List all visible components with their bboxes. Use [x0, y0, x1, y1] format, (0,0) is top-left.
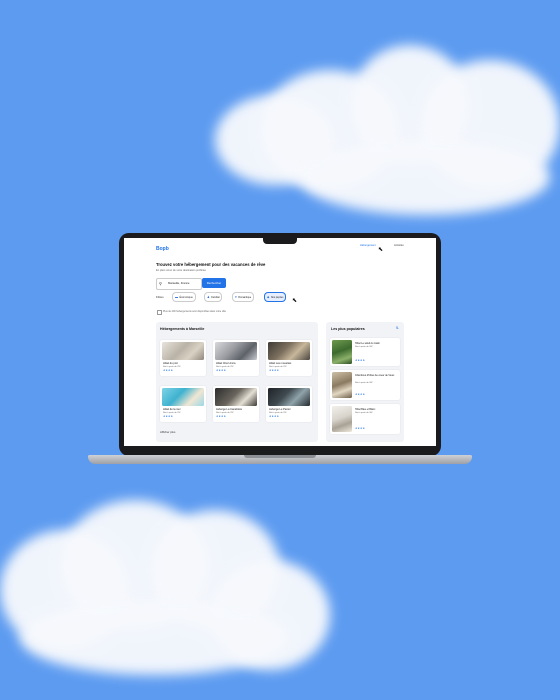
page-subtitle: En plein cœur de votre destination préfé… [156, 269, 206, 272]
laptop-base-notch [244, 455, 316, 458]
page-title: Trouvez votre hébergement pour des vacan… [156, 262, 266, 267]
availability-checkbox-label: Plus de 200 hébergements sont disponible… [163, 310, 226, 313]
listing-name: Hôtel de la mer [163, 408, 181, 411]
listing-card[interactable]: Hôtel de la mer Nuit à partir de 25€ ★★★… [160, 386, 206, 422]
popular-price: Nuit à partir de 30€ [355, 346, 373, 348]
popular-name: Hôtel Le soleil du matin [355, 342, 380, 345]
app-logo[interactable]: Bopb [156, 246, 169, 252]
listing-stars: ★★★★ [216, 369, 227, 372]
popular-title: Les plus populaires [331, 327, 365, 331]
popular-photo [332, 372, 352, 398]
listing-card[interactable]: Hôtel Les mouettes Nuit à partir de 25€ … [266, 340, 312, 376]
listing-stars: ★★★★ [216, 415, 227, 418]
listing-photo [268, 388, 310, 406]
nav-link-hebergement[interactable]: Hébergement [360, 244, 376, 247]
listing-name: Hôtel Les mouettes [269, 362, 292, 365]
popular-card[interactable]: Hôtel Bleu et Blanc Nuit à partir de 30€… [330, 404, 400, 434]
popular-photo [332, 406, 352, 432]
laptop-screen: Bopb Hébergement Activités ⬉ Trouvez vot… [124, 238, 436, 446]
popular-price: Nuit à partir de 30€ [355, 412, 373, 414]
availability-checkbox[interactable] [157, 310, 162, 315]
listing-card[interactable]: Hôtel du port Nuit à partir de 25€ ★★★★ [160, 340, 206, 376]
location-value: Marseille, France [168, 281, 190, 285]
listing-price: Nuit à partir de 25€ [269, 412, 287, 414]
popular-price: Nuit à partir de 30€ [355, 382, 373, 384]
listing-price: Nuit à partir de 25€ [216, 412, 234, 414]
listing-card[interactable]: Auberge La Canebière Nuit à partir de 25… [213, 386, 259, 422]
listing-photo [162, 342, 204, 360]
popular-name: Hôtel Bleu et Blanc [355, 408, 376, 411]
popular-photo [332, 340, 352, 364]
popular-stars: ★★★★ [355, 393, 366, 396]
money-icon: ▬ [175, 295, 178, 299]
heart-icon: ♥ [235, 295, 237, 299]
listings-panel: Hébergements à Marseille Hôtel du port N… [156, 322, 318, 442]
search-button[interactable]: Rechercher [202, 278, 226, 288]
popular-card[interactable]: Chambres d'hôtes Au coeur de Vieux Nuit … [330, 370, 400, 400]
listing-name: Hôtel Chez Anna [216, 362, 236, 365]
popular-stars: ★★★★ [355, 359, 366, 362]
listing-name: Auberge La Canebière [216, 408, 243, 411]
gem-icon: ◆ [267, 295, 270, 299]
people-icon: ♟ [207, 295, 210, 299]
listing-price: Nuit à partir de 25€ [163, 412, 181, 414]
camera-notch [263, 238, 297, 244]
listing-price: Nuit à partir de 25€ [216, 366, 234, 368]
listing-card[interactable]: Hôtel Chez Anna Nuit à partir de 25€ ★★★… [213, 340, 259, 376]
listing-photo [215, 342, 257, 360]
mouse-cursor-icon: ⬉ [378, 247, 384, 253]
filter-chip-romantique[interactable]: ♥ Romantique [232, 292, 255, 302]
sort-icon[interactable]: ⇅ [396, 326, 399, 330]
nav-link-activites[interactable]: Activités [394, 244, 404, 247]
listing-stars: ★★★★ [163, 369, 174, 372]
listing-stars: ★★★★ [163, 415, 174, 418]
listing-stars: ★★★★ [269, 415, 280, 418]
filter-chip-nos-pepites[interactable]: ◆ Nos pépites [264, 292, 287, 302]
popular-name: Chambres d'hôtes Au coeur de Vieux [355, 374, 395, 377]
filter-chip-economique[interactable]: ▬ Économique [172, 292, 196, 302]
listing-photo [162, 388, 204, 406]
listing-name: Hôtel du port [163, 362, 178, 365]
listing-name: Auberge Le Panier [269, 408, 291, 411]
listing-price: Nuit à partir de 25€ [163, 366, 181, 368]
popular-stars: ★★★★ [355, 427, 366, 430]
show-more-link[interactable]: Afficher plus [160, 430, 175, 434]
popular-panel: Les plus populaires ⇅ Hôtel Le soleil du… [326, 322, 404, 442]
filters-label: Filtres [156, 295, 164, 299]
listing-card[interactable]: Auberge Le Panier Nuit à partir de 25€ ★… [266, 386, 312, 422]
filter-chip-familial[interactable]: ♟ Familial [204, 292, 223, 302]
listing-photo [268, 342, 310, 360]
listing-photo [215, 388, 257, 406]
mouse-cursor-icon: ⬉ [292, 298, 298, 304]
popular-card[interactable]: Hôtel Le soleil du matin Nuit à partir d… [330, 338, 400, 366]
map-pin-icon: ⚲ [159, 281, 162, 286]
listing-price: Nuit à partir de 25€ [269, 366, 287, 368]
listing-stars: ★★★★ [269, 369, 280, 372]
listings-title: Hébergements à Marseille [160, 327, 205, 331]
